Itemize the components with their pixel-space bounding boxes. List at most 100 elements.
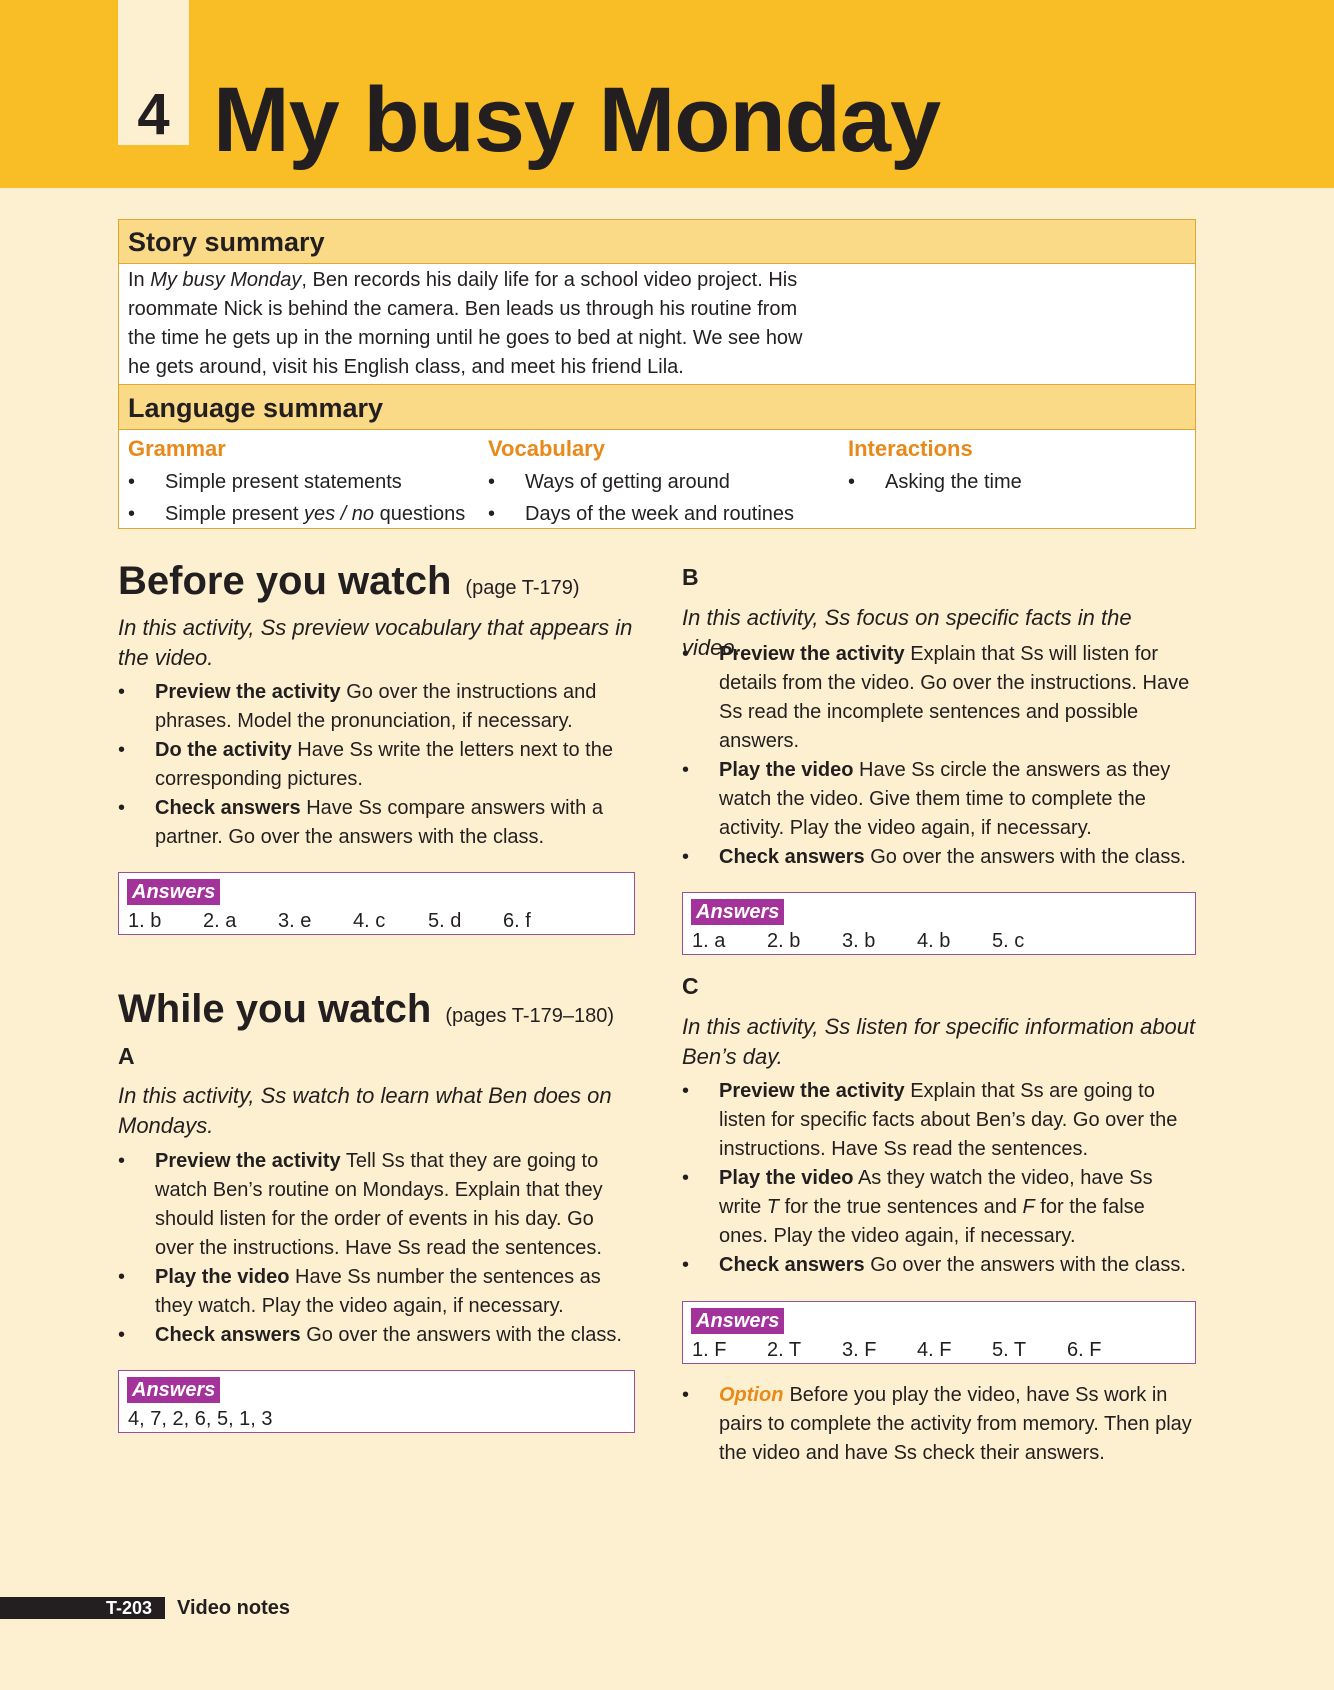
section-a-answers-box: Answers 4, 7, 2, 6, 5, 1, 3 (118, 1370, 635, 1433)
section-b-list: Preview the activity Explain that Ss wil… (682, 640, 1192, 872)
bullet-bold: Check answers (719, 1254, 865, 1276)
option-item: OptionBefore you play the video, have Ss… (682, 1381, 1192, 1468)
story-summary-text: In My busy Monday, Ben records his daily… (128, 266, 828, 382)
vocabulary-column: Vocabulary Ways of getting around Days o… (488, 432, 828, 530)
interactions-list: Asking the time (848, 466, 1188, 498)
interactions-column: Interactions Asking the time (848, 432, 1188, 498)
bullet-bold: Preview the activity (155, 1150, 341, 1172)
list-item: Preview the activity Explain that Ss wil… (682, 640, 1192, 756)
answer-item: 2. a (203, 910, 237, 932)
section-c-list: Preview the activity Explain that Ss are… (682, 1077, 1192, 1280)
list-item: Do the activity Have Ss write the letter… (118, 736, 638, 794)
true-letter: T (766, 1196, 780, 1218)
bullet-bold: Play the video (155, 1266, 290, 1288)
vocabulary-title: Vocabulary (488, 436, 605, 461)
grammar-list: Simple present statements Simple present… (128, 466, 468, 530)
list-item: Asking the time (848, 466, 1188, 498)
false-letter: F (1022, 1196, 1035, 1218)
before-watch-answers-box: Answers 1. b 2. a 3. e 4. c 5. d 6. f (118, 872, 635, 935)
answers-row: 1. a 2. b 3. b 4. b 5. c (692, 927, 1067, 955)
answer-item: 3. F (842, 1339, 877, 1361)
list-item: Check answers Have Ss compare answers wi… (118, 794, 638, 852)
unit-number: 4 (137, 82, 170, 147)
bullet-text: for the true sentences and (779, 1196, 1023, 1218)
option-label: Option (719, 1384, 784, 1406)
answer-item: 1. a (692, 930, 726, 952)
answers-row: 1. F 2. T 3. F 4. F 5. T 6. F (692, 1336, 1142, 1364)
answer-item: 3. b (842, 930, 876, 952)
page-title: My busy Monday (213, 69, 941, 171)
before-watch-title: Before you watch (page T-179) (118, 556, 580, 613)
list-item: Check answers Go over the answers with t… (682, 1251, 1192, 1280)
option-text: Before you play the video, have Ss work … (719, 1384, 1192, 1464)
before-watch-list: Preview the activity Go over the instruc… (118, 678, 638, 852)
grammar-title: Grammar (128, 436, 226, 461)
bullet-bold: Preview the activity (719, 1080, 905, 1102)
while-watch-title: While you watch (pages T-179–180) (118, 984, 614, 1041)
section-a-list: Preview the activity Tell Ss that they a… (118, 1147, 638, 1350)
answer-item: 1. F (692, 1339, 727, 1361)
bullet-bold: Preview the activity (719, 643, 905, 665)
answers-label: Answers (127, 879, 221, 905)
grammar-item2-post: questions (374, 503, 466, 525)
list-item: Play the video Have Ss circle the answer… (682, 756, 1192, 843)
answers-label: Answers (691, 899, 785, 925)
answer-item: 5. T (992, 1339, 1027, 1361)
answer-item: 3. e (278, 910, 312, 932)
bullet-bold: Preview the activity (155, 681, 341, 703)
answer-item: 4. b (917, 930, 951, 952)
before-watch-heading: Before you watch (118, 559, 452, 603)
grammar-item2-em: yes / no (303, 503, 375, 525)
bullet-text: Go over the answers with the class. (300, 1324, 622, 1346)
section-c-answers-box: Answers 1. F 2. T 3. F 4. F 5. T 6. F (682, 1301, 1196, 1364)
bullet-bold: Do the activity (155, 739, 292, 761)
bullet-text: Go over the answers with the class. (864, 846, 1186, 868)
answer-item: 2. T (767, 1339, 802, 1361)
section-c-intro: In this activity, Ss listen for specific… (682, 1014, 1196, 1069)
answer-item: 4. c (353, 910, 386, 932)
list-item: Play the video Have Ss number the senten… (118, 1263, 638, 1321)
before-watch-intro: In this activity, Ss preview vocabulary … (118, 615, 633, 670)
bullet-bold: Play the video (719, 1167, 854, 1189)
list-item: Simple present statements (128, 466, 468, 498)
while-watch-heading: While you watch (118, 987, 432, 1031)
answer-item: 4. F (917, 1339, 952, 1361)
section-a-intro: In this activity, Ss watch to learn what… (118, 1083, 612, 1138)
grammar-item2-pre: Simple present (165, 503, 304, 525)
option-list: OptionBefore you play the video, have Ss… (682, 1381, 1192, 1468)
language-summary-heading: Language summary (119, 384, 1195, 430)
footer-label: Video notes (177, 1597, 290, 1619)
interactions-title: Interactions (848, 436, 973, 461)
bullet-text: Go over the answers with the class. (864, 1254, 1186, 1276)
list-item: Simple present yes / no questions (128, 498, 468, 530)
list-item: Check answers Go over the answers with t… (682, 843, 1192, 872)
grammar-column: Grammar Simple present statements Simple… (128, 432, 468, 530)
story-summary-heading: Story summary (119, 220, 1195, 264)
answers-label: Answers (691, 1308, 785, 1334)
list-item: Ways of getting around (488, 466, 828, 498)
story-text-pre: In (128, 269, 151, 291)
list-item: Check answers Go over the answers with t… (118, 1321, 638, 1350)
section-b-answers-box: Answers 1. a 2. b 3. b 4. b 5. c (682, 892, 1196, 955)
list-item: Play the video As they watch the video, … (682, 1164, 1192, 1251)
answers-row: 1. b 2. a 3. e 4. c 5. d 6. f (128, 907, 578, 935)
bullet-bold: Play the video (719, 759, 854, 781)
answer-item: 5. d (428, 910, 462, 932)
vocabulary-list: Ways of getting around Days of the week … (488, 466, 828, 530)
bullet-bold: Check answers (155, 797, 301, 819)
answers-row: 4, 7, 2, 6, 5, 1, 3 (128, 1408, 273, 1430)
answer-item: 1. b (128, 910, 162, 932)
answer-item: 2. b (767, 930, 801, 952)
section-c-letter: C (682, 973, 699, 999)
section-b-letter: B (682, 564, 699, 590)
answer-item: 6. F (1067, 1339, 1102, 1361)
list-item: Days of the week and routines (488, 498, 828, 530)
story-text-title: My busy Monday (150, 269, 302, 291)
answer-item: 5. c (992, 930, 1025, 952)
page-number: T-203 (106, 1598, 153, 1618)
section-a-letter: A (118, 1043, 135, 1069)
while-watch-page-ref: (pages T-179–180) (445, 1005, 615, 1027)
before-watch-page-ref: (page T-179) (465, 577, 580, 599)
bullet-bold: Check answers (155, 1324, 301, 1346)
bullet-bold: Check answers (719, 846, 865, 868)
